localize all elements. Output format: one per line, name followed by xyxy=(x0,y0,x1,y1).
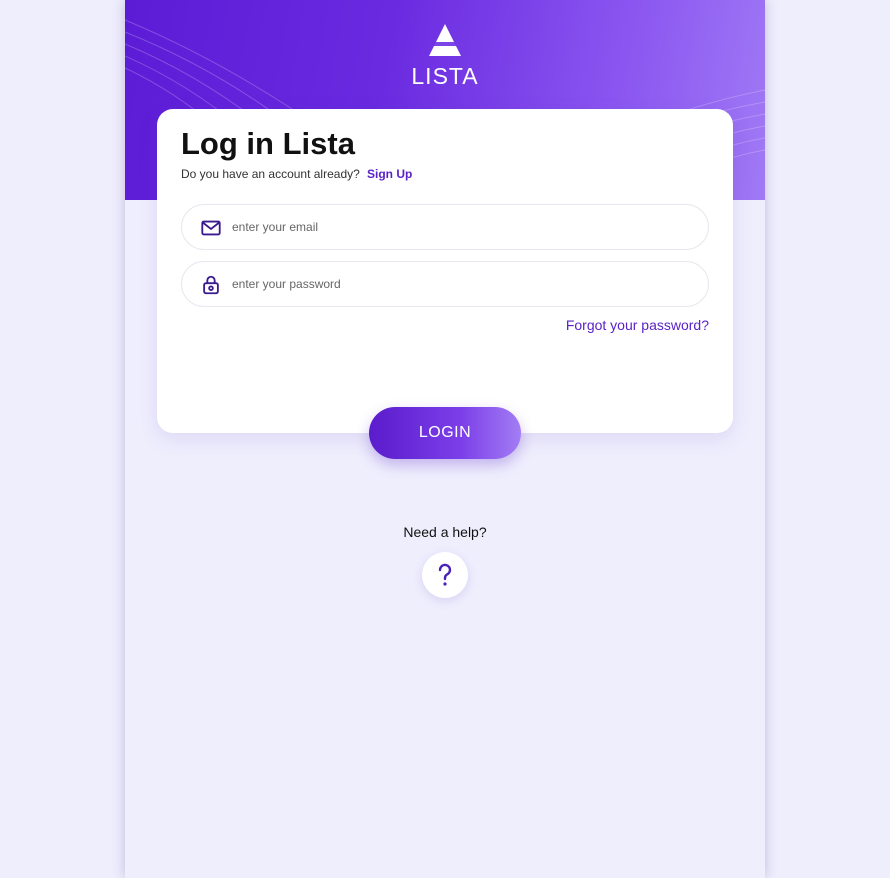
app-frame: LISTA Log in Lista Do you have an accoun… xyxy=(125,0,765,878)
page-title: Log in Lista xyxy=(181,126,355,161)
lista-triangle-logo-icon xyxy=(429,24,461,56)
password-input[interactable] xyxy=(232,270,692,298)
account-question: Do you have an account already? xyxy=(181,167,360,181)
login-button[interactable]: LOGIN xyxy=(369,407,521,459)
mail-icon xyxy=(201,220,221,236)
brand-name: LISTA xyxy=(411,63,479,89)
password-field[interactable] xyxy=(181,261,709,307)
login-card: Log in Lista Do you have an account alre… xyxy=(157,109,733,433)
email-field[interactable] xyxy=(181,204,709,250)
question-mark-icon xyxy=(438,563,452,586)
signup-link[interactable]: Sign Up xyxy=(367,167,412,181)
lista-logo: LISTA xyxy=(407,22,483,89)
lock-icon xyxy=(203,275,219,295)
help-button[interactable] xyxy=(422,552,468,598)
forgot-password-link[interactable]: Forgot your password? xyxy=(566,317,709,333)
help-label: Need a help? xyxy=(403,524,487,540)
email-input[interactable] xyxy=(232,213,692,241)
